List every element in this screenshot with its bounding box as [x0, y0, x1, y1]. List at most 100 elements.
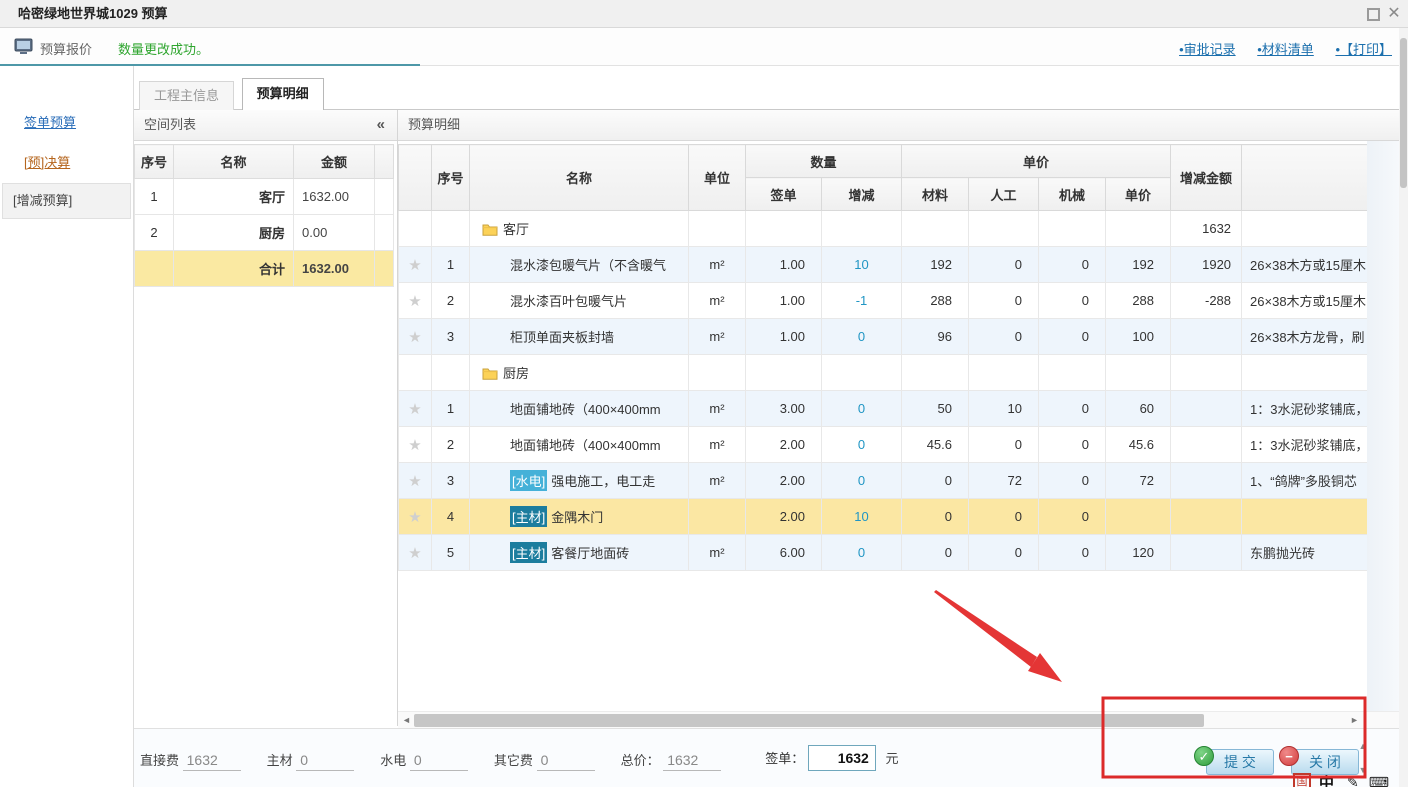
folder-icon [482, 367, 498, 380]
col-qty-change: 增减 [822, 178, 902, 211]
cell-qty-sign: 2.00 [746, 427, 822, 463]
star-icon[interactable]: ★ [408, 545, 421, 562]
col-remark [1242, 145, 1368, 211]
cell-seq: 3 [432, 319, 470, 355]
detail-row[interactable]: ★ 2 混水漆百叶包暖气片 m² 1.00 -1 288 0 0 288 -28… [399, 283, 1368, 319]
direct-fee-label: 直接费 [140, 753, 179, 768]
vertical-scroll-thumb[interactable] [1400, 38, 1407, 188]
scroll-left-icon[interactable]: ◄ [400, 714, 413, 727]
star-icon[interactable]: ★ [408, 293, 421, 310]
hydro-electric-badge: [水电] [510, 470, 547, 491]
cell-name: 柜顶单面夹板封墙 [470, 319, 689, 355]
col-seq: 序号 [432, 145, 470, 211]
cell-machine: 0 [1039, 427, 1106, 463]
cell-qty-sign: 3.00 [746, 391, 822, 427]
sidebar-item-settlement[interactable]: [预]决算 [24, 152, 70, 171]
cell-remark [1242, 355, 1368, 391]
star-icon[interactable]: ★ [408, 329, 421, 346]
cell-star: ★ [399, 463, 432, 499]
cell-change-amount [1171, 427, 1242, 463]
window-title: 哈密绿地世界城1029 预算 [18, 0, 168, 28]
ime-mode-indicator[interactable]: 中 [1319, 772, 1334, 787]
submit-button[interactable]: 提 交 [1206, 749, 1274, 775]
space-list-title: 空间列表 [144, 117, 196, 132]
star-icon[interactable]: ★ [408, 473, 421, 490]
cell-change-amount [1171, 463, 1242, 499]
cell-qty-change: 0 [822, 535, 902, 571]
col-unit: 单位 [689, 145, 746, 211]
cell-qty-sign [746, 211, 822, 247]
tab-project-info[interactable]: 工程主信息 [139, 81, 234, 110]
maximize-icon[interactable] [1367, 8, 1380, 21]
detail-row[interactable]: ★ 3 柜顶单面夹板封墙 m² 1.00 0 96 0 0 100 26×38木… [399, 319, 1368, 355]
monitor-icon [14, 38, 33, 55]
detail-row[interactable]: ★ 3 [水电]强电施工，电工走 m² 2.00 0 0 72 0 72 1、“… [399, 463, 1368, 499]
cell-star: ★ [399, 283, 432, 319]
sign-amount-label: 签单： [765, 751, 804, 766]
collapse-panel-icon[interactable]: « [377, 110, 385, 140]
cell-labor: 0 [969, 499, 1039, 535]
detail-row[interactable]: ★ 1 混水漆包暖气片（不含暖气 m² 1.00 10 192 0 0 192 … [399, 247, 1368, 283]
space-total-label: 合计 [174, 251, 294, 287]
cell-seq: 1 [432, 391, 470, 427]
cell-qty-change: 10 [822, 499, 902, 535]
space-row[interactable]: 2 厨房 0.00 [135, 215, 394, 251]
space-seq: 1 [135, 179, 174, 215]
cell-star: ★ [399, 499, 432, 535]
star-icon[interactable]: ★ [408, 401, 421, 418]
group-row[interactable]: 客厅 1632 [399, 211, 1368, 247]
vertical-scrollbar[interactable] [1399, 28, 1408, 787]
star-icon[interactable]: ★ [408, 437, 421, 454]
horizontal-scrollbar[interactable]: ◄ ► [398, 711, 1408, 728]
ime-keyboard-icon[interactable]: ⌨ [1369, 774, 1389, 787]
detail-row[interactable]: ★ 5 [主材]客餐厅地面砖 m² 6.00 0 0 0 0 120 东鹏抛光砖 [399, 535, 1368, 571]
cell-material: 0 [902, 535, 969, 571]
cell-material: 192 [902, 247, 969, 283]
space-amount: 0.00 [294, 215, 375, 251]
cell-qty-change: 0 [822, 427, 902, 463]
cell-unit [689, 499, 746, 535]
space-table-header-row: 序号 名称 金额 [135, 145, 394, 179]
link-approval-record[interactable]: •审批记录 [1179, 42, 1236, 57]
link-print[interactable]: •【打印】 [1335, 42, 1392, 57]
horizontal-scroll-thumb[interactable] [414, 714, 1204, 727]
link-material-list[interactable]: •材料清单 [1257, 42, 1314, 57]
detail-row-selected[interactable]: ★ 4 [主材]金隅木门 2.00 10 0 0 0 [399, 499, 1368, 535]
cell-labor: 0 [969, 535, 1039, 571]
budget-detail-table: 序号 名称 单位 数量 单价 增减金额 签单 增减 材料 人工 机械 单价 [398, 144, 1368, 571]
cell-remark: 26×38木方或15厘木 [1242, 283, 1368, 319]
detail-row[interactable]: ★ 1 地面铺地砖（400×400mm m² 3.00 0 50 10 0 60… [399, 391, 1368, 427]
cell-remark: 26×38木方龙骨，刷 [1242, 319, 1368, 355]
total-price-value: 1632 [663, 752, 721, 771]
cell-material: 45.6 [902, 427, 969, 463]
ime-pen-icon[interactable]: ✎ [1347, 774, 1359, 787]
cell-name: [水电]强电施工，电工走 [470, 463, 689, 499]
space-row[interactable]: 1 客厅 1632.00 [135, 179, 394, 215]
sign-amount-input[interactable] [808, 745, 876, 771]
close-window-icon[interactable]: ✕ [1386, 6, 1402, 22]
submit-check-icon: ✓ [1194, 746, 1214, 766]
ime-tray[interactable]: 国 中 ✎ ⌨ [1293, 769, 1394, 787]
sidebar-item-change-budget[interactable]: [增减预算] [2, 183, 131, 219]
detail-row[interactable]: ★ 2 地面铺地砖（400×400mm m² 2.00 0 45.6 0 0 4… [399, 427, 1368, 463]
cell-material: 0 [902, 463, 969, 499]
star-icon[interactable]: ★ [408, 509, 421, 526]
star-icon[interactable]: ★ [408, 257, 421, 274]
cell-qty-sign: 1.00 [746, 247, 822, 283]
cell-material [902, 211, 969, 247]
sidebar-item-sign-budget[interactable]: 签单预算 [24, 112, 76, 131]
scroll-right-icon[interactable]: ► [1348, 714, 1361, 727]
group-row[interactable]: 厨房 [399, 355, 1368, 391]
space-total-row[interactable]: 合计 1632.00 [135, 251, 394, 287]
cell-change-amount [1171, 499, 1242, 535]
cell-labor [969, 355, 1039, 391]
col-qty-group: 数量 [746, 145, 902, 178]
tab-budget-detail[interactable]: 预算明细 [242, 78, 324, 110]
cell-seq: 3 [432, 463, 470, 499]
scroll-up-icon[interactable]: ▲ [1356, 741, 1370, 755]
ime-language-icon[interactable]: 国 [1293, 773, 1311, 787]
cell-seq [432, 211, 470, 247]
cell-change-amount [1171, 355, 1242, 391]
col-change-amount: 增减金额 [1171, 145, 1242, 211]
col-name: 名称 [174, 145, 294, 179]
